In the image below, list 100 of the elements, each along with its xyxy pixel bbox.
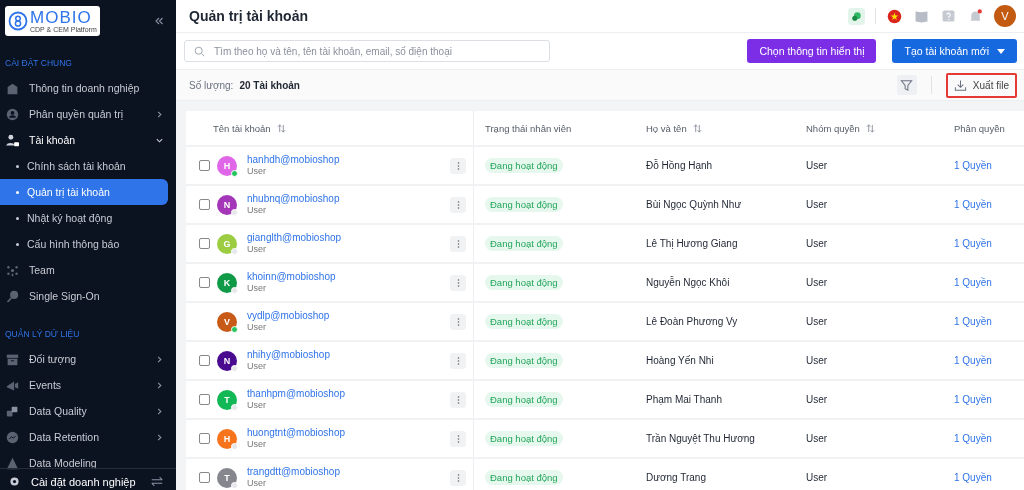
permission-link[interactable]: 1 Quyền <box>954 199 992 210</box>
nav-item[interactable]: Data Retention <box>0 424 176 450</box>
more-button[interactable] <box>450 352 466 369</box>
account-link[interactable]: vydlp@mobioshop <box>247 309 450 323</box>
nav-item[interactable]: Đối tượng <box>0 346 176 372</box>
account-link[interactable]: gianglth@mobioshop <box>247 231 450 245</box>
account-link[interactable]: hanhdh@mobioshop <box>247 153 450 167</box>
row-checkbox[interactable] <box>199 394 210 405</box>
account-link[interactable]: trangdtt@mobioshop <box>247 465 450 479</box>
more-button[interactable] <box>450 469 466 486</box>
account-link[interactable]: nhihy@mobioshop <box>247 348 450 362</box>
nav-item[interactable]: Tài khoản <box>0 127 176 153</box>
status-badge: Đang hoạt động <box>485 197 563 212</box>
status-badge: Đang hoạt động <box>485 392 563 407</box>
account-link[interactable]: nhubnq@mobioshop <box>247 192 450 206</box>
more-button[interactable] <box>450 157 466 174</box>
permission-link[interactable]: 1 Quyền <box>954 355 992 366</box>
user-lock-icon <box>6 133 19 147</box>
account-role: User <box>247 283 267 295</box>
table-cell: Lê Thị Hương Giang <box>646 238 738 249</box>
chat-icon[interactable] <box>848 7 865 25</box>
nav-item[interactable]: Single Sign-On <box>0 283 176 309</box>
nav-subitem[interactable]: Chính sách tài khoản <box>0 153 168 179</box>
user-avatar: K <box>217 272 237 293</box>
more-button[interactable] <box>450 235 466 252</box>
building-icon <box>6 81 19 95</box>
permission-link[interactable]: 1 Quyền <box>954 394 992 405</box>
table-cell: User <box>806 238 828 249</box>
row-checkbox[interactable] <box>199 433 210 444</box>
status-badge: Đang hoạt động <box>485 470 563 485</box>
collapse-icon[interactable] <box>154 16 164 26</box>
permission-link[interactable]: 1 Quyền <box>954 433 992 444</box>
export-button[interactable]: Xuất file <box>945 72 1017 98</box>
nav-item[interactable]: Events <box>0 372 176 398</box>
column-header[interactable]: Trạng thái nhân viên <box>474 111 634 145</box>
more-button[interactable] <box>450 313 466 330</box>
more-button[interactable] <box>450 196 466 213</box>
column-header[interactable]: Họ và tên <box>634 111 794 145</box>
column-header[interactable]: Phân quyền <box>954 111 1024 145</box>
filter-button[interactable] <box>896 75 917 95</box>
archive-icon <box>6 352 19 366</box>
account-role: User <box>247 166 267 178</box>
sort-icon[interactable] <box>865 123 875 133</box>
account-role: User <box>247 244 267 256</box>
row-checkbox[interactable] <box>199 160 210 171</box>
nav-item[interactable]: Team <box>0 257 176 283</box>
row-checkbox[interactable] <box>199 472 210 483</box>
table-cell: Trần Nguyệt Thu Hương <box>646 433 755 444</box>
section-title: CÀI ĐẶT CHUNG <box>4 57 73 70</box>
chevron-icon <box>155 380 164 390</box>
create-account-button[interactable]: Tạo tài khoản mới <box>892 39 1017 63</box>
more-button[interactable] <box>450 391 466 408</box>
nav-item[interactable]: Thông tin doanh nghiệp <box>0 75 176 101</box>
row-checkbox[interactable] <box>199 199 210 210</box>
row-checkbox[interactable] <box>199 238 210 249</box>
user-circle-icon <box>6 107 19 121</box>
nav-item[interactable]: Data Quality <box>0 398 176 424</box>
search-field[interactable]: Tìm theo họ và tên, tên tài khoản, email, số điện thoại <box>184 40 550 62</box>
kebab-icon <box>456 160 460 171</box>
status-badge: Đang hoạt động <box>485 431 563 446</box>
permission-link[interactable]: 1 Quyền <box>954 160 992 171</box>
nav-item[interactable]: Cài đặt doanh nghiệp <box>8 475 136 488</box>
user-avatar: H <box>217 155 237 176</box>
kebab-icon <box>456 238 460 249</box>
user-avatar[interactable]: V <box>994 5 1016 27</box>
display-options-button[interactable]: Chọn thông tin hiển thị <box>747 39 877 63</box>
account-link[interactable]: thanhpm@mobioshop <box>247 387 450 401</box>
account-link[interactable]: khoinn@mobioshop <box>247 270 450 284</box>
chevron-icon <box>155 354 164 364</box>
column-header[interactable]: Nhóm quyền <box>794 111 954 145</box>
user-avatar: N <box>217 194 237 215</box>
swap-icon[interactable] <box>150 476 164 487</box>
row-checkbox[interactable] <box>199 355 210 366</box>
kebab-icon <box>456 433 460 444</box>
nav-subitem[interactable]: Cấu hình thông báo <box>0 231 168 257</box>
team-icon <box>6 263 19 277</box>
page-title: Quản trị tài khoản <box>189 8 308 24</box>
permission-link[interactable]: 1 Quyền <box>954 238 992 249</box>
status-badge: Đang hoạt động <box>485 158 563 173</box>
more-button[interactable] <box>450 430 466 447</box>
user-avatar: T <box>217 389 237 410</box>
flag-icon[interactable] <box>886 7 903 25</box>
permission-link[interactable]: 1 Quyền <box>954 277 992 288</box>
nav-subitem[interactable]: Quản trị tài khoản <box>0 179 168 205</box>
more-button[interactable] <box>450 274 466 291</box>
nav-item[interactable]: Data Modeling <box>0 450 176 476</box>
chevron-icon <box>155 432 164 442</box>
column-header[interactable]: Tên tài khoản <box>186 111 474 145</box>
account-link[interactable]: huongtnt@mobioshop <box>247 426 450 440</box>
nav-item[interactable]: Phân quyền quản trị <box>0 101 176 127</box>
permission-link[interactable]: 1 Quyền <box>954 316 992 327</box>
kebab-icon <box>456 199 460 210</box>
blocks-icon <box>6 404 19 418</box>
sort-icon[interactable] <box>276 123 286 133</box>
sort-icon[interactable] <box>692 123 702 133</box>
nav-subitem[interactable]: Nhật ký hoạt động <box>0 205 168 231</box>
row-checkbox[interactable] <box>199 277 210 288</box>
caret-icon <box>997 48 1005 54</box>
permission-link[interactable]: 1 Quyền <box>954 472 992 483</box>
section-title: QUẢN LÝ DỮ LIỆU <box>4 327 81 341</box>
